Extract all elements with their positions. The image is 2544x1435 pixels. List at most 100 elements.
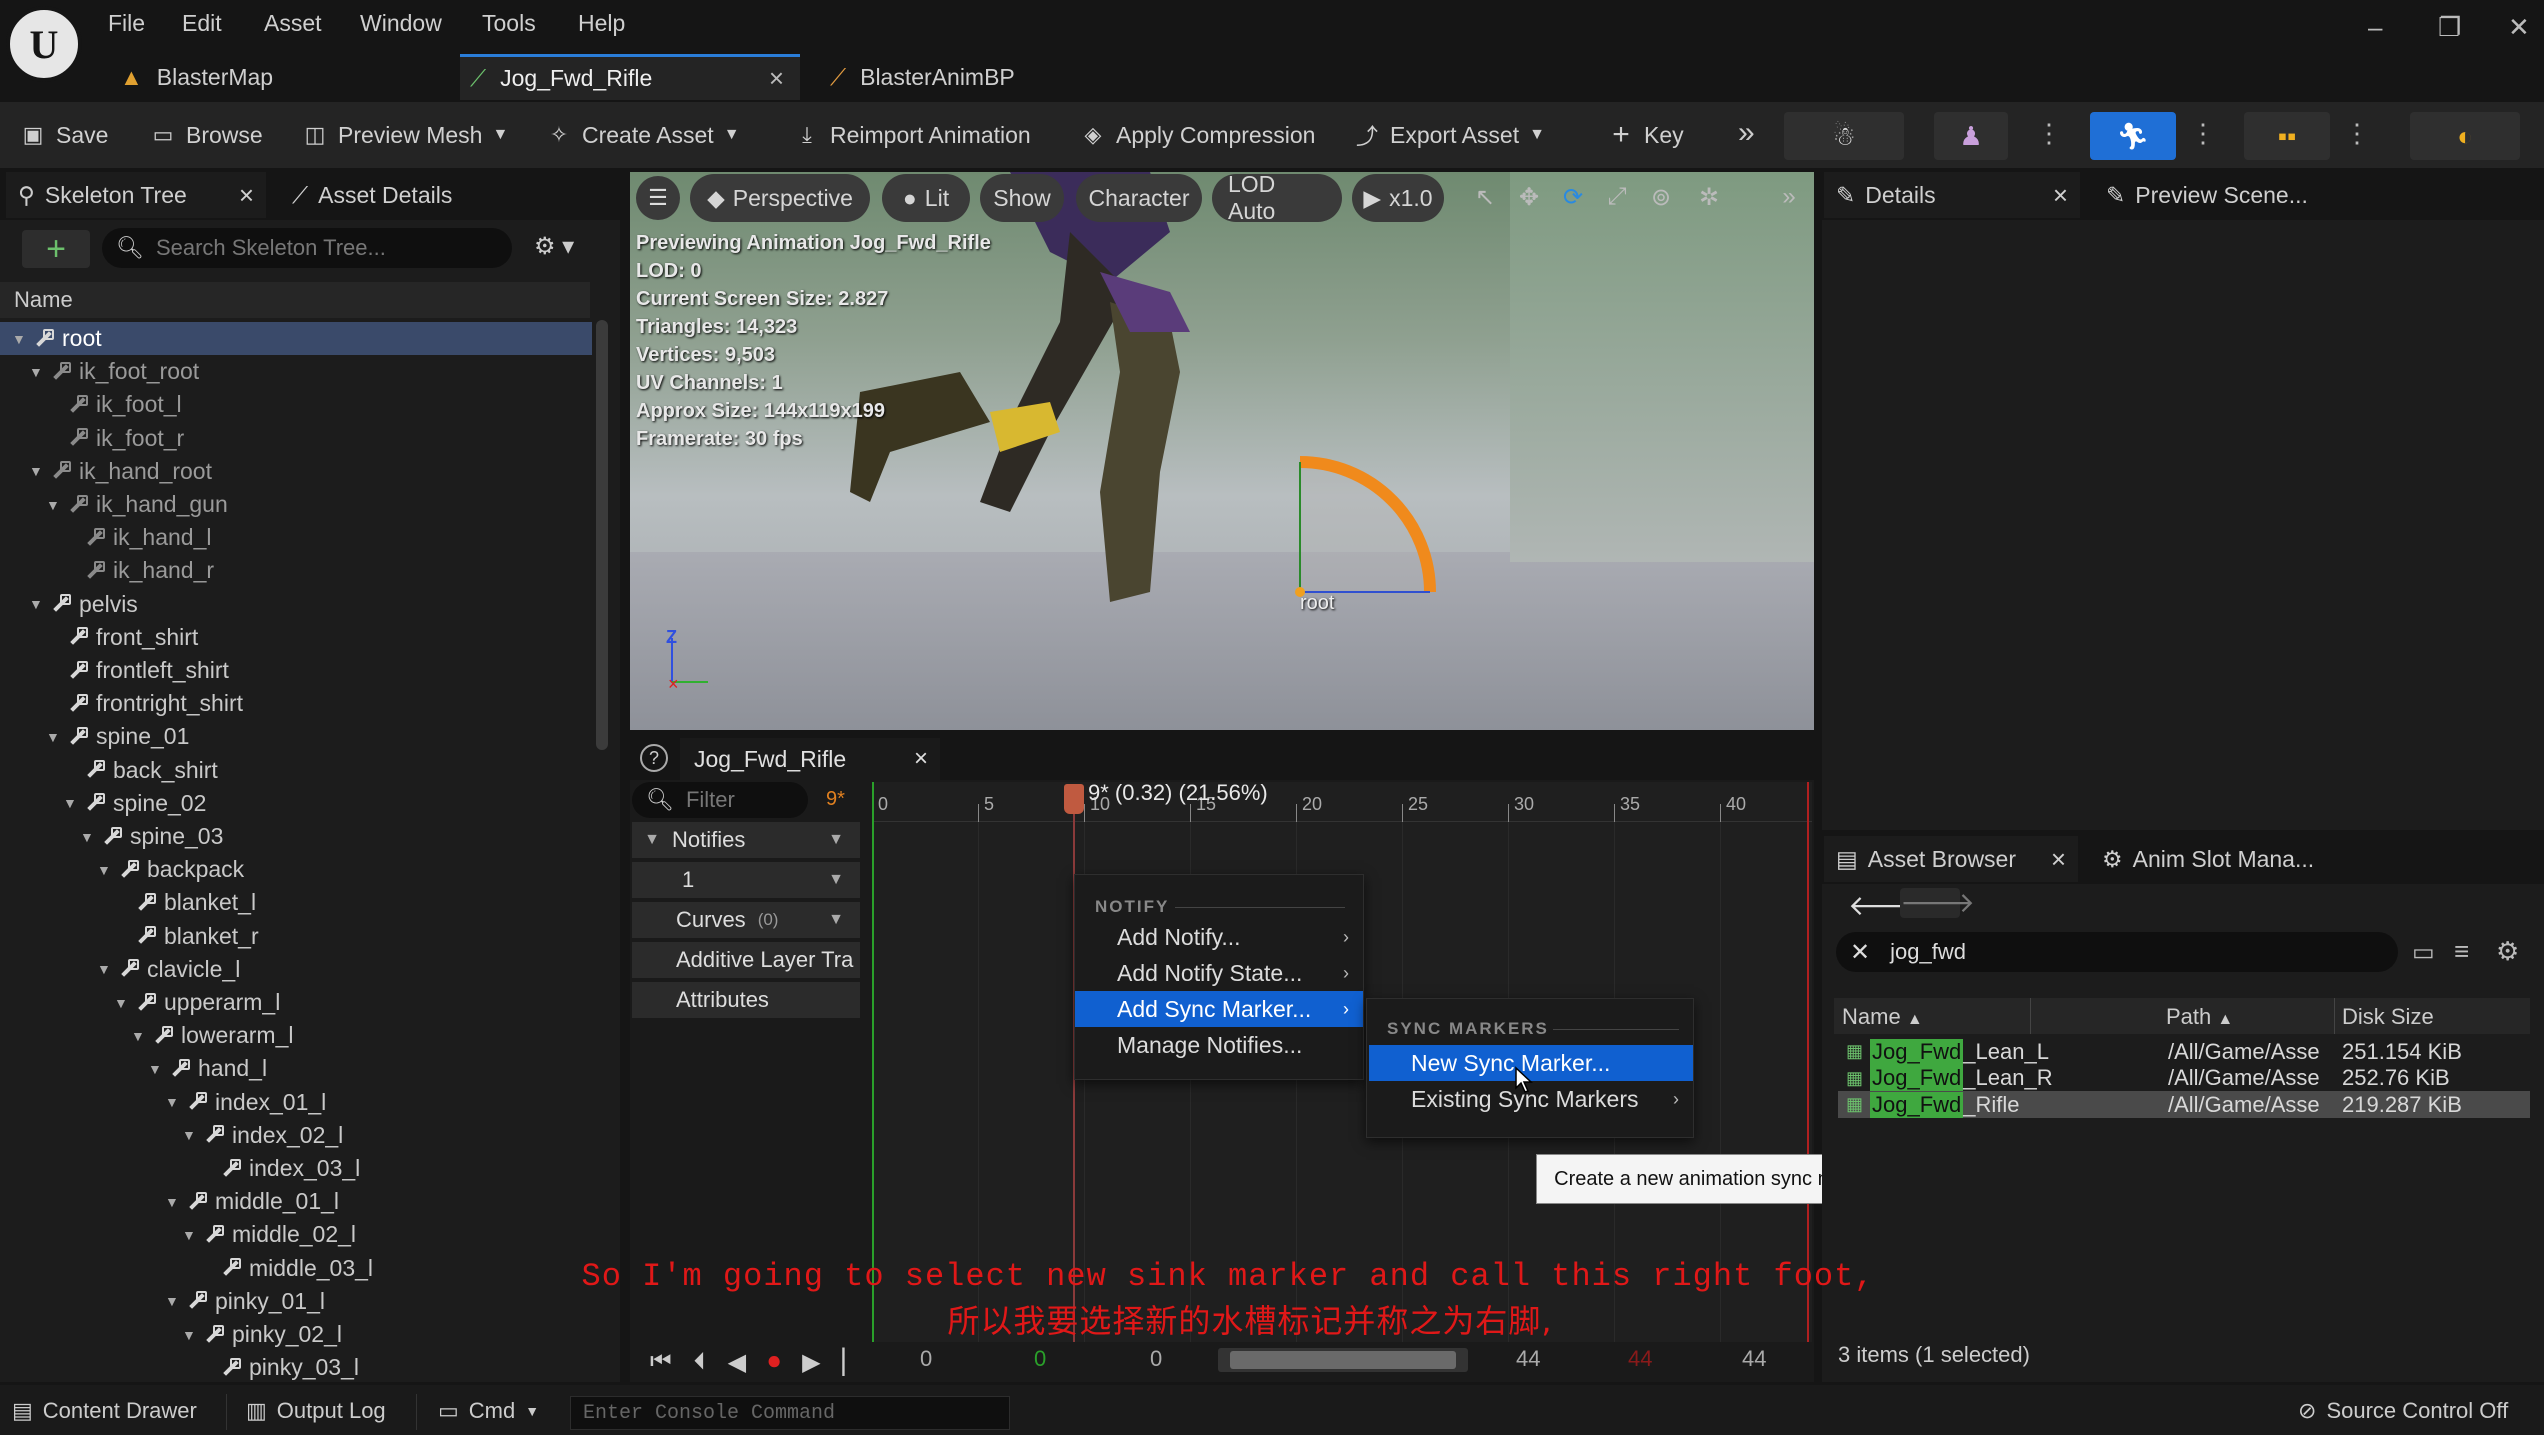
settings-gear-icon[interactable]: ⚙ xyxy=(2496,936,2519,967)
tree-item-back-shirt[interactable]: back_shirt xyxy=(0,754,592,787)
tree-item-ik-foot-r[interactable]: ik_foot_r xyxy=(0,422,592,455)
rotate-icon[interactable]: ⟳ xyxy=(1554,178,1592,216)
menu-window[interactable]: Window xyxy=(360,10,442,37)
column-path[interactable]: Path ▲ xyxy=(2166,1004,2233,1030)
translate-icon[interactable]: ✥ xyxy=(1510,178,1548,216)
additive-layer-row[interactable]: Additive Layer Tra xyxy=(632,942,860,978)
menu-add-notify-state[interactable]: Add Notify State... › xyxy=(1075,955,1363,991)
expand-caret-icon[interactable]: ▼ xyxy=(29,364,47,380)
more-options-icon[interactable]: ⋮ xyxy=(2344,118,2370,149)
asset-row[interactable]: ▦ Jog_Fwd _Lean_L/All/Game/Asse 251.154 KiB xyxy=(1838,1038,2530,1065)
tree-item-hand-l[interactable]: ▼ hand_l xyxy=(0,1052,592,1085)
expand-caret-icon[interactable]: ▼ xyxy=(131,1028,149,1044)
dropdown-icon[interactable]: ▼ xyxy=(828,871,844,889)
source-control-button[interactable]: ⊘ Source Control Off xyxy=(2298,1398,2508,1424)
tree-item-ik-hand-l[interactable]: ik_hand_l xyxy=(0,521,592,554)
tree-item-ik-hand-r[interactable]: ik_hand_r xyxy=(0,554,592,587)
browse-button[interactable]: ▭ Browse xyxy=(150,112,263,158)
menu-asset[interactable]: Asset xyxy=(264,10,322,37)
minimize-icon[interactable]: – xyxy=(2368,12,2382,43)
tab-anim-slot-manager[interactable]: ⚙ Anim Slot Mana... xyxy=(2090,836,2326,882)
tree-item-blanket-r[interactable]: blanket_r xyxy=(0,920,592,953)
reimport-animation-button[interactable]: ⤓ Reimport Animation xyxy=(794,112,1031,158)
tab-close-icon[interactable]: × xyxy=(2053,180,2068,211)
menu-file[interactable]: File xyxy=(108,10,145,37)
expand-caret-icon[interactable]: ▼ xyxy=(29,596,47,612)
close-window-icon[interactable]: ✕ xyxy=(2508,12,2530,43)
tree-item-index-03-l[interactable]: index_03_l xyxy=(0,1152,592,1185)
add-socket-button[interactable]: + xyxy=(22,230,90,268)
expand-caret-icon[interactable]: ▼ xyxy=(46,497,64,513)
tree-item-index-01-l[interactable]: ▼ index_01_l xyxy=(0,1086,592,1119)
asset-row[interactable]: ▦ Jog_Fwd _Rifle/All/Game/Asse 219.287 KiB xyxy=(1838,1091,2530,1118)
expand-caret-icon[interactable]: ▼ xyxy=(80,829,98,845)
tab-blasteranimbp[interactable]: ⟋ BlasterAnimBP xyxy=(820,54,1150,100)
timeline-ruler[interactable]: 0 5 10 15 20 25 30 35 40 xyxy=(872,782,1812,822)
tab-jog-fwd-rifle[interactable]: ⟋ Jog_Fwd_Rifle × xyxy=(460,54,800,100)
scale-icon[interactable]: ⤢ xyxy=(1598,178,1636,216)
mesh-mode-button[interactable]: ♟ xyxy=(1934,112,2008,160)
expand-caret-icon[interactable]: ▼ xyxy=(182,1227,200,1243)
expand-caret-icon[interactable]: ▼ xyxy=(63,795,81,811)
tree-item-ik-foot-l[interactable]: ik_foot_l xyxy=(0,388,592,421)
tree-scrollbar[interactable] xyxy=(596,320,608,750)
expand-caret-icon[interactable]: ▼ xyxy=(148,1061,166,1077)
asset-row[interactable]: ▦ Jog_Fwd _Lean_R/All/Game/Asse 252.76 KiB xyxy=(1838,1065,2530,1092)
step-back-icon[interactable]: ⏴ xyxy=(694,1348,706,1376)
tree-item-spine-01[interactable]: ▼ spine_01 xyxy=(0,720,592,753)
dropdown-icon[interactable]: ▼ xyxy=(828,911,844,929)
create-asset-button[interactable]: ✧ Create Asset ▼ xyxy=(546,112,740,158)
range-start-value[interactable]: 0 xyxy=(920,1346,932,1372)
save-button[interactable]: ▣ Save xyxy=(20,112,109,158)
column-name[interactable]: Name ▲ xyxy=(1842,1004,1923,1030)
view-start-value[interactable]: 0 xyxy=(1150,1346,1162,1372)
tree-item-blanket-l[interactable]: blanket_l xyxy=(0,886,592,919)
expand-caret-icon[interactable]: ▼ xyxy=(165,1194,183,1210)
column-disk-size[interactable]: Disk Size xyxy=(2342,1004,2434,1030)
folder-icon[interactable]: ▭ xyxy=(2412,938,2435,967)
more-options-icon[interactable]: ⋮ xyxy=(2190,118,2216,149)
clear-search-icon[interactable]: ✕ xyxy=(1850,938,1870,967)
view-end-value[interactable]: 44 xyxy=(1516,1346,1540,1372)
tree-item-middle-02-l[interactable]: ▼ middle_02_l xyxy=(0,1218,592,1251)
toolbar-overflow-icon[interactable]: » xyxy=(1738,116,1755,150)
forward-arrow-icon[interactable]: 🡒 xyxy=(1900,888,1975,918)
more-options-icon[interactable]: ⋮ xyxy=(2036,118,2062,149)
tree-item-clavicle-l[interactable]: ▼ clavicle_l xyxy=(0,953,592,986)
menu-add-sync-marker[interactable]: Add Sync Marker... › xyxy=(1075,991,1363,1027)
cmd-dropdown[interactable]: ▭ Cmd ▼ xyxy=(438,1398,539,1424)
tab-preview-scene[interactable]: ✎ Preview Scene... xyxy=(2094,172,2320,218)
tree-item-index-02-l[interactable]: ▼ index_02_l xyxy=(0,1119,592,1152)
preview-mesh-button[interactable]: ◫ Preview Mesh ▼ xyxy=(302,112,509,158)
range-end-value[interactable]: 44 xyxy=(1742,1346,1766,1372)
playback-speed-button[interactable]: ▶ x1.0 xyxy=(1352,174,1444,222)
menu-tools[interactable]: Tools xyxy=(482,10,536,37)
viewport-overflow-icon[interactable]: » xyxy=(1770,178,1808,216)
tab-blastermap[interactable]: ▲ BlasterMap xyxy=(110,54,440,100)
filter-icon[interactable]: ≡ xyxy=(2454,936,2469,967)
timeline-scrollbar[interactable] xyxy=(1218,1348,1468,1372)
rotation-gizmo[interactable] xyxy=(630,172,1814,730)
tab-close-icon[interactable]: × xyxy=(914,745,928,773)
expand-caret-icon[interactable]: ▼ xyxy=(97,961,115,977)
content-drawer-button[interactable]: ▤ Content Drawer xyxy=(12,1398,197,1424)
console-command-input[interactable]: Enter Console Command xyxy=(570,1396,1010,1430)
working-end-value[interactable]: 44 xyxy=(1628,1346,1652,1372)
key-button[interactable]: + Key xyxy=(1608,112,1683,158)
tree-item-ik-foot-root[interactable]: ▼ ik_foot_root xyxy=(0,355,592,388)
tab-details[interactable]: ✎ Details × xyxy=(1824,172,2080,218)
attributes-row[interactable]: Attributes xyxy=(632,982,860,1018)
perspective-button[interactable]: ◆ Perspective xyxy=(690,174,870,222)
menu-help[interactable]: Help xyxy=(578,10,625,37)
tree-item-middle-01-l[interactable]: ▼ middle_01_l xyxy=(0,1185,592,1218)
character-button[interactable]: Character xyxy=(1076,174,1202,222)
tab-asset-details[interactable]: ⟋ Asset Details xyxy=(280,172,464,218)
blueprint-mode-button[interactable]: ▪▪ xyxy=(2244,112,2330,160)
expand-caret-icon[interactable]: ▼ xyxy=(29,463,47,479)
playhead-handle[interactable] xyxy=(1064,784,1084,814)
unreal-logo-icon[interactable]: U xyxy=(6,6,82,82)
expand-caret-icon[interactable]: ▼ xyxy=(182,1127,200,1143)
export-asset-button[interactable]: ⤴ Export Asset ▼ xyxy=(1354,112,1545,158)
menu-edit[interactable]: Edit xyxy=(182,10,222,37)
play-forward-icon[interactable]: ▶ xyxy=(802,1348,820,1377)
